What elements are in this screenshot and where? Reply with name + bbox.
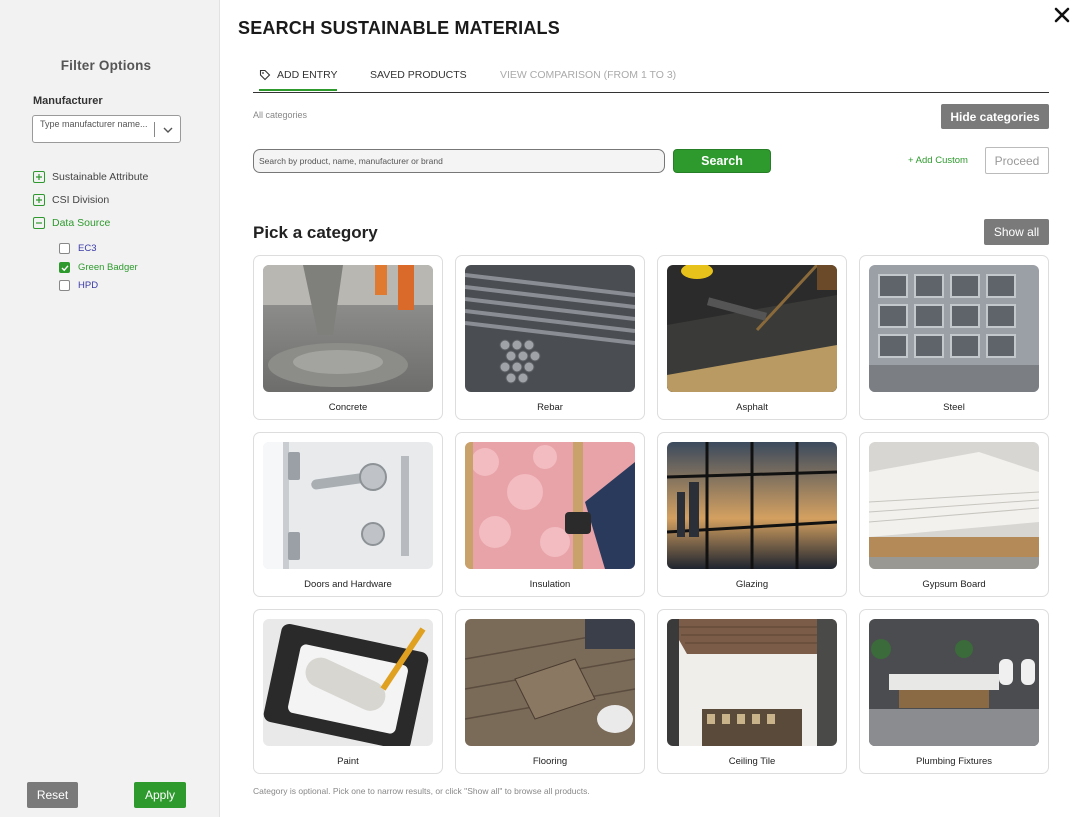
apply-button[interactable]: Apply [134, 782, 186, 808]
filter-sustainable-attribute[interactable]: Sustainable Attribute [33, 171, 148, 183]
category-label: Ceiling Tile [728, 756, 776, 767]
category-label: Rebar [537, 402, 563, 413]
filter-csi-division[interactable]: CSI Division [33, 194, 109, 206]
filter-sidebar: Filter Options Manufacturer Type manufac… [0, 0, 220, 817]
category-label: Plumbing Fixtures [915, 756, 993, 767]
tab-bar: ADD ENTRY SAVED PRODUCTS VIEW COMPARISON… [253, 60, 1049, 93]
category-label: Glazing [735, 579, 769, 590]
gypsum-image [869, 442, 1039, 569]
category-card-steel[interactable]: Steel [859, 255, 1049, 420]
search-input[interactable] [253, 149, 665, 173]
flooring-image [465, 619, 635, 746]
breadcrumb[interactable]: All categories [253, 110, 307, 120]
expand-plus-icon[interactable] [33, 194, 45, 206]
rebar-image [465, 265, 635, 392]
category-card-gypsum-board[interactable]: Gypsum Board [859, 432, 1049, 597]
steel-image [869, 265, 1039, 392]
checkbox[interactable] [59, 280, 70, 291]
tag-icon [259, 69, 271, 81]
filter-label: Data Source [52, 217, 111, 229]
filter-data-source[interactable]: Data Source [33, 217, 110, 229]
filter-label: Sustainable Attribute [52, 171, 149, 183]
category-card-insulation[interactable]: Insulation [455, 432, 645, 597]
category-card-concrete[interactable]: Concrete [253, 255, 443, 420]
checkbox[interactable] [59, 243, 70, 254]
tab-label: VIEW COMPARISON (FROM 1 TO 3) [500, 69, 677, 81]
insulation-image [465, 442, 635, 569]
collapse-minus-icon[interactable] [33, 217, 45, 229]
category-card-asphalt[interactable]: Asphalt [657, 255, 847, 420]
glazing-image [667, 442, 837, 569]
category-card-rebar[interactable]: Rebar [455, 255, 645, 420]
search-button[interactable]: Search [673, 149, 771, 173]
category-label: Flooring [532, 756, 568, 767]
category-card-glazing[interactable]: Glazing [657, 432, 847, 597]
plumbing-image [869, 619, 1039, 746]
tab-label: SAVED PRODUCTS [370, 69, 467, 81]
manufacturer-select[interactable]: Type manufacturer name... [32, 115, 181, 143]
data-source-hpd[interactable]: HPD [59, 280, 98, 291]
paint-image [263, 619, 433, 746]
page-title: SEARCH SUSTAINABLE MATERIALS [238, 18, 560, 38]
category-card-plumbing-fixtures[interactable]: Plumbing Fixtures [859, 609, 1049, 774]
category-grid: Concrete Rebar Asphalt Steel Doors and H… [253, 255, 1049, 774]
doors-image [263, 442, 433, 569]
filter-label: CSI Division [52, 194, 110, 206]
show-all-button[interactable]: Show all [984, 219, 1049, 245]
select-separator [154, 122, 155, 137]
checkbox-label: Green Badger [78, 262, 138, 273]
concrete-image [263, 265, 433, 392]
category-label: Paint [337, 756, 359, 767]
footnote: Category is optional. Pick one to narrow… [253, 786, 590, 796]
data-source-green-badger[interactable]: Green Badger [59, 262, 138, 273]
checkbox-checked[interactable] [59, 262, 70, 273]
manufacturer-label: Manufacturer [33, 95, 103, 107]
category-card-paint[interactable]: Paint [253, 609, 443, 774]
category-card-doors-and-hardware[interactable]: Doors and Hardware [253, 432, 443, 597]
asphalt-image [667, 265, 837, 392]
reset-button[interactable]: Reset [27, 782, 78, 808]
checkbox-label: HPD [78, 280, 99, 291]
manufacturer-placeholder: Type manufacturer name... [40, 119, 148, 129]
chevron-down-icon[interactable] [161, 124, 175, 136]
category-label: Gypsum Board [922, 579, 986, 590]
ceiling-tile-image [667, 619, 837, 746]
tab-add-entry[interactable]: ADD ENTRY [259, 69, 338, 91]
category-label: Doors and Hardware [304, 579, 392, 590]
tab-view-comparison[interactable]: VIEW COMPARISON (FROM 1 TO 3) [500, 69, 676, 81]
check-icon [61, 265, 69, 272]
category-label: Asphalt [736, 402, 768, 413]
checkbox-label: EC3 [78, 243, 97, 254]
tab-saved-products[interactable]: SAVED PRODUCTS [370, 69, 467, 81]
category-label: Insulation [529, 579, 571, 590]
expand-plus-icon[interactable] [33, 171, 45, 183]
category-label: Concrete [328, 402, 368, 413]
proceed-button[interactable]: Proceed [985, 147, 1049, 174]
category-card-ceiling-tile[interactable]: Ceiling Tile [657, 609, 847, 774]
hide-categories-button[interactable]: Hide categories [941, 104, 1049, 129]
category-card-flooring[interactable]: Flooring [455, 609, 645, 774]
tab-label: ADD ENTRY [277, 69, 338, 81]
filter-options-title: Filter Options [60, 58, 152, 73]
data-source-ec3[interactable]: EC3 [59, 243, 96, 254]
add-custom-link[interactable]: + Add Custom [908, 155, 968, 166]
pick-category-title: Pick a category [253, 223, 378, 242]
category-label: Steel [943, 402, 965, 413]
close-icon[interactable] [1053, 6, 1071, 24]
